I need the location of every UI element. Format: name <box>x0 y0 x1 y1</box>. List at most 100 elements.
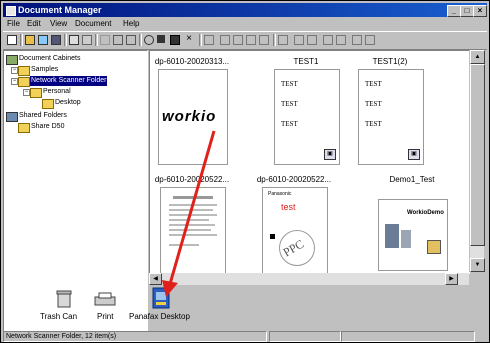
horizontal-scrollbar[interactable]: ◀ ▶ <box>149 273 469 285</box>
tool-button-5[interactable] <box>258 34 269 45</box>
tool-button-9[interactable] <box>322 34 333 45</box>
tool-button-6[interactable] <box>277 34 288 45</box>
tree-item-label: Network Scanner Folder <box>30 76 108 86</box>
tool-button-2[interactable] <box>219 34 230 45</box>
page-line <box>169 214 217 216</box>
toolbar-separator <box>95 34 98 46</box>
document-thumbnail: Panasonic test PPC <box>262 187 328 273</box>
app-icon <box>6 6 16 16</box>
new-button[interactable] <box>6 34 17 45</box>
copy-button[interactable] <box>112 34 123 45</box>
title-bar[interactable]: Document Manager _ □ × <box>3 3 487 17</box>
trash-can-icon <box>49 289 79 309</box>
workio-logo: WORKiO <box>162 108 217 125</box>
toolbar-separator <box>199 34 202 46</box>
dock-label: Trash Can <box>40 312 78 321</box>
page-line <box>173 196 213 199</box>
scanned-badge-icon: ▣ <box>408 149 420 160</box>
folder-icon <box>18 77 30 87</box>
tool-button-10[interactable] <box>335 34 346 45</box>
document-caption: Demo1_Test <box>389 175 435 184</box>
fax-machine-icon <box>427 240 441 254</box>
thumbnail-mark <box>270 234 275 239</box>
menu-file[interactable]: File <box>7 19 20 28</box>
document-item[interactable]: dp-6010-20020313... WORKiO <box>154 57 230 165</box>
toolbar-separator <box>64 34 67 46</box>
cabinet-icon <box>6 55 18 65</box>
document-caption: dp-6010-20020522... <box>154 175 230 184</box>
thumbnail-text: TEST <box>365 120 382 128</box>
panafax-desktop-icon <box>146 287 176 309</box>
toolbar-separator <box>139 34 142 46</box>
menu-help[interactable]: Help <box>123 19 139 28</box>
delete-button[interactable]: × <box>185 34 196 45</box>
menu-edit[interactable]: Edit <box>27 19 41 28</box>
document-thumbnail: TEST TEST TEST ▣ <box>358 69 424 165</box>
toolbar: × <box>3 31 487 50</box>
toolbar-separator <box>20 34 23 46</box>
collapse-toggle[interactable]: − <box>23 89 30 96</box>
maximize-button[interactable]: □ <box>460 5 474 17</box>
collapse-toggle[interactable]: − <box>11 67 18 74</box>
document-thumbnail: TEST TEST TEST ▣ <box>274 69 340 165</box>
document-caption: dp-6010-20020313... <box>154 57 230 66</box>
print-button[interactable] <box>68 34 79 45</box>
tree-item-label: Samples <box>31 66 59 73</box>
tool-button-7[interactable] <box>293 34 304 45</box>
vertical-scrollbar[interactable]: ▲ ▼ <box>469 50 485 272</box>
open-button[interactable] <box>24 34 35 45</box>
scroll-thumb[interactable] <box>470 64 485 246</box>
close-button[interactable]: × <box>473 5 487 17</box>
tool-button-11[interactable] <box>351 34 362 45</box>
page-line <box>169 229 211 231</box>
page-line <box>169 234 217 236</box>
document-item[interactable]: dp-6010-20020522... <box>154 175 230 273</box>
document-item[interactable]: TEST1(2) TEST TEST TEST ▣ <box>352 57 428 165</box>
document-caption: dp-6010-20020522... <box>256 175 332 184</box>
tool-button-1[interactable] <box>203 34 214 45</box>
tree-item-label: Desktop <box>55 99 81 106</box>
machine-image <box>385 224 399 248</box>
tree-item-label: Shared Folders <box>19 112 67 119</box>
collapse-toggle[interactable]: − <box>11 78 18 85</box>
dock-bar: Trash Can Print Panafax Desktop <box>3 287 487 329</box>
cut-button[interactable] <box>99 34 110 45</box>
document-thumbnail: WORKiO <box>158 69 228 165</box>
document-item[interactable]: Demo1_Test WorkioDemo <box>374 175 450 273</box>
scroll-left-button[interactable]: ◀ <box>149 273 162 285</box>
page-line <box>169 204 217 206</box>
window-title: Document Manager <box>18 5 102 15</box>
menu-document[interactable]: Document <box>75 19 111 28</box>
menu-bar: File Edit View Document Help <box>3 18 487 30</box>
dock-label: Print <box>97 312 114 321</box>
find-button[interactable] <box>143 34 154 45</box>
scroll-down-button[interactable]: ▼ <box>470 258 485 272</box>
printer-icon <box>90 289 120 309</box>
tool-button-3[interactable] <box>232 34 243 45</box>
save-button[interactable] <box>50 34 61 45</box>
fax-button[interactable] <box>81 34 92 45</box>
page-line <box>169 224 215 226</box>
document-item[interactable]: TEST1 TEST TEST TEST ▣ <box>268 57 344 165</box>
folder-icon <box>18 123 30 133</box>
page-line <box>169 209 213 211</box>
menu-view[interactable]: View <box>50 19 67 28</box>
minimize-button[interactable]: _ <box>447 5 461 17</box>
properties-button[interactable] <box>169 34 180 45</box>
network-icon <box>6 112 18 122</box>
tree-item-label: Personal <box>43 88 71 95</box>
paste-button[interactable] <box>125 34 136 45</box>
thumbnail-title: test <box>281 202 296 212</box>
status-pane <box>269 331 341 342</box>
document-item[interactable]: dp-6010-20020522... Panasonic test PPC <box>256 175 332 273</box>
document-thumbnail: WorkioDemo <box>378 199 448 271</box>
view-button[interactable] <box>156 34 167 45</box>
tool-button-8[interactable] <box>306 34 317 45</box>
tool-button-4[interactable] <box>245 34 256 45</box>
tool-button-12[interactable] <box>364 34 375 45</box>
scroll-up-button[interactable]: ▲ <box>470 50 485 64</box>
machine-image <box>401 230 411 248</box>
scroll-right-button[interactable]: ▶ <box>445 273 458 285</box>
scan-button[interactable] <box>37 34 48 45</box>
status-text: Network Scanner Folder, 12 item(s) <box>3 331 267 342</box>
